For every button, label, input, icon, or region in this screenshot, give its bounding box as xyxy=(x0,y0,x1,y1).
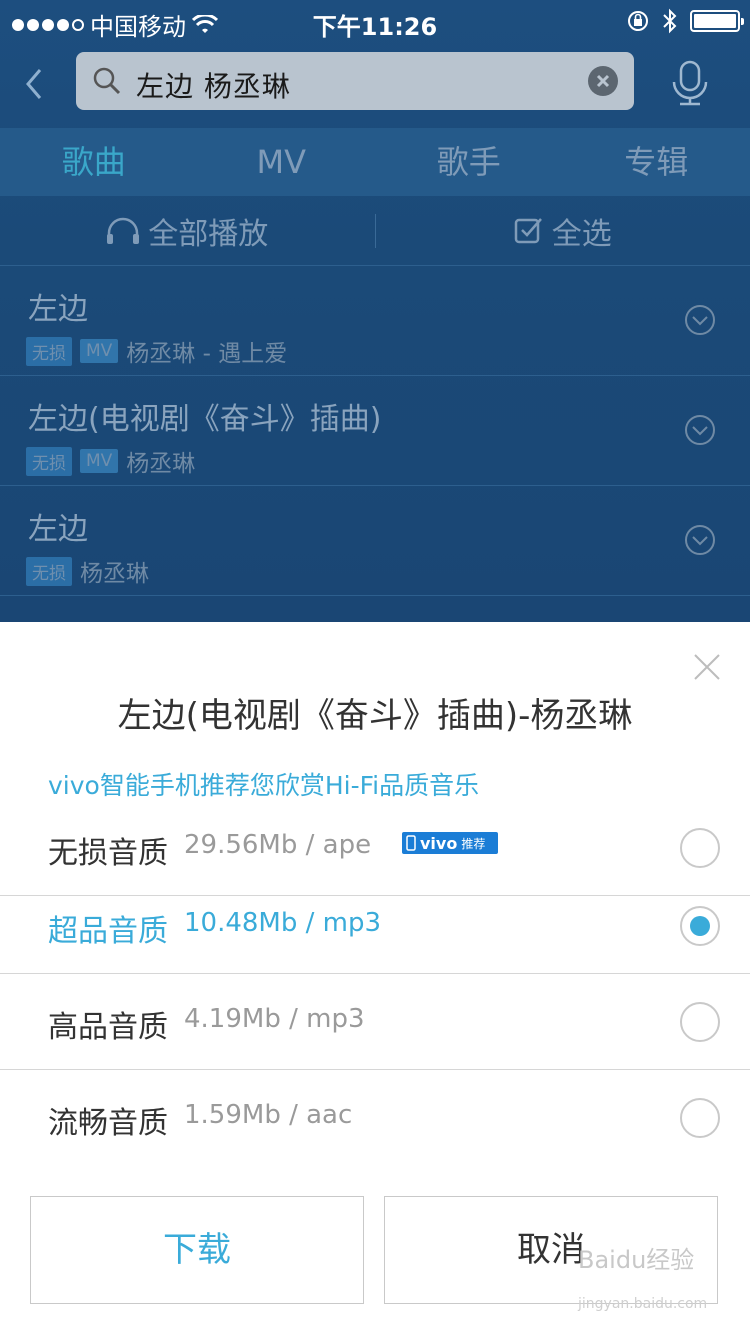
back-icon[interactable] xyxy=(22,66,46,102)
quality-option-smooth[interactable]: 流畅音质 1.59Mb / aac xyxy=(0,1070,750,1166)
status-icons xyxy=(626,8,744,34)
download-button[interactable]: 下载 xyxy=(30,1196,364,1304)
quality-size: 10.48Mb / mp3 xyxy=(184,908,382,938)
chevron-down-circle-icon[interactable] xyxy=(684,524,716,556)
clear-search-icon[interactable] xyxy=(588,66,618,96)
song-title: 左边(电视剧《奋斗》插曲) xyxy=(28,402,382,437)
play-all-label: 全部播放 xyxy=(148,216,269,252)
search-results-screen: 中国移动 下午11:26 左边 杨丞琳 歌曲 MV 歌手 专辑 全部播放 全选 … xyxy=(0,0,750,622)
watermark-url: jingyan.baidu.com xyxy=(578,1296,708,1312)
quality-label: 高品音质 xyxy=(48,1010,168,1045)
tab-songs[interactable]: 歌曲 xyxy=(0,128,188,196)
chevron-down-circle-icon[interactable] xyxy=(684,304,716,336)
watermark: Baidu经验 xyxy=(578,1246,695,1274)
song-artist: 杨丞琳 xyxy=(126,451,196,477)
phone-icon xyxy=(406,835,416,851)
result-tabs: 歌曲 MV 歌手 专辑 xyxy=(0,128,750,196)
vivo-recommend-badge: vivo 推荐 xyxy=(402,832,498,854)
quality-label: 无损音质 xyxy=(48,836,168,871)
vivo-recommend-text: 推荐 xyxy=(461,836,486,851)
sheet-title: 左边(电视剧《奋斗》插曲)-杨丞琳 xyxy=(117,696,633,736)
search-query: 左边 杨丞琳 xyxy=(136,70,291,103)
quality-option-high[interactable]: 高品音质 4.19Mb / mp3 xyxy=(0,974,750,1070)
rotation-lock-icon xyxy=(628,11,648,31)
song-meta: 无损 MV 杨丞琳 - 遇上爱 xyxy=(26,334,287,368)
checkbox-icon xyxy=(514,217,542,243)
list-actions: 全部播放 全选 xyxy=(0,196,750,266)
song-artist: 杨丞琳 - 遇上爱 xyxy=(126,341,288,367)
mv-badge: MV xyxy=(80,339,119,363)
search-input[interactable]: 左边 杨丞琳 xyxy=(76,52,634,110)
search-icon xyxy=(93,67,121,95)
quality-size: 1.59Mb / aac xyxy=(184,1100,353,1130)
battery-icon xyxy=(690,10,744,32)
vivo-logo: vivo xyxy=(420,833,458,853)
song-title: 左边 xyxy=(28,292,88,327)
song-artist: 杨丞琳 xyxy=(80,561,149,587)
lossless-badge: 无损 xyxy=(26,336,72,366)
chevron-down-circle-icon[interactable] xyxy=(684,414,716,446)
quality-label: 超品音质 xyxy=(48,914,168,949)
mv-badge: MV xyxy=(80,449,119,473)
list-item[interactable]: 左边(电视剧《奋斗》插曲) 无损 MV 杨丞琳 xyxy=(0,376,750,486)
close-icon[interactable] xyxy=(692,652,722,682)
quality-radio[interactable] xyxy=(680,1002,720,1042)
quality-size: 4.19Mb / mp3 xyxy=(184,1004,365,1034)
headphones-icon xyxy=(107,217,140,244)
lossless-badge: 无损 xyxy=(26,446,72,476)
quality-option-super[interactable]: 超品音质 10.48Mb / mp3 xyxy=(0,878,750,974)
lossless-badge: 无损 xyxy=(26,556,72,586)
promo-text: vivo智能手机推荐您欣赏Hi-Fi品质音乐 xyxy=(48,771,480,800)
play-all-button[interactable]: 全部播放 xyxy=(0,196,375,265)
list-item[interactable]: 左边 无损 杨丞琳 xyxy=(0,486,750,596)
bluetooth-icon xyxy=(663,8,677,34)
list-item[interactable]: 左边 无损 MV 杨丞琳 - 遇上爱 xyxy=(0,266,750,376)
song-meta: 无损 杨丞琳 xyxy=(26,554,149,588)
microphone-icon[interactable] xyxy=(668,60,712,108)
song-meta: 无损 MV 杨丞琳 xyxy=(26,444,195,478)
search-nav-bar: 左边 杨丞琳 xyxy=(0,40,750,128)
tab-mv[interactable]: MV xyxy=(188,128,376,196)
select-all-button[interactable]: 全选 xyxy=(376,196,750,265)
quality-radio[interactable] xyxy=(680,828,720,868)
status-bar: 中国移动 下午11:26 xyxy=(0,0,750,41)
tab-albums[interactable]: 专辑 xyxy=(563,128,750,196)
quality-radio[interactable] xyxy=(680,1098,720,1138)
select-all-label: 全选 xyxy=(551,216,612,252)
quality-radio-selected[interactable] xyxy=(680,906,720,946)
quality-size: 29.56Mb / ape xyxy=(184,830,372,860)
download-quality-sheet: 左边(电视剧《奋斗》插曲)-杨丞琳 vivo智能手机推荐您欣赏Hi-Fi品质音乐… xyxy=(0,622,750,1334)
quality-label: 流畅音质 xyxy=(48,1106,168,1141)
song-title: 左边 xyxy=(28,512,88,547)
tab-artists[interactable]: 歌手 xyxy=(375,128,563,196)
